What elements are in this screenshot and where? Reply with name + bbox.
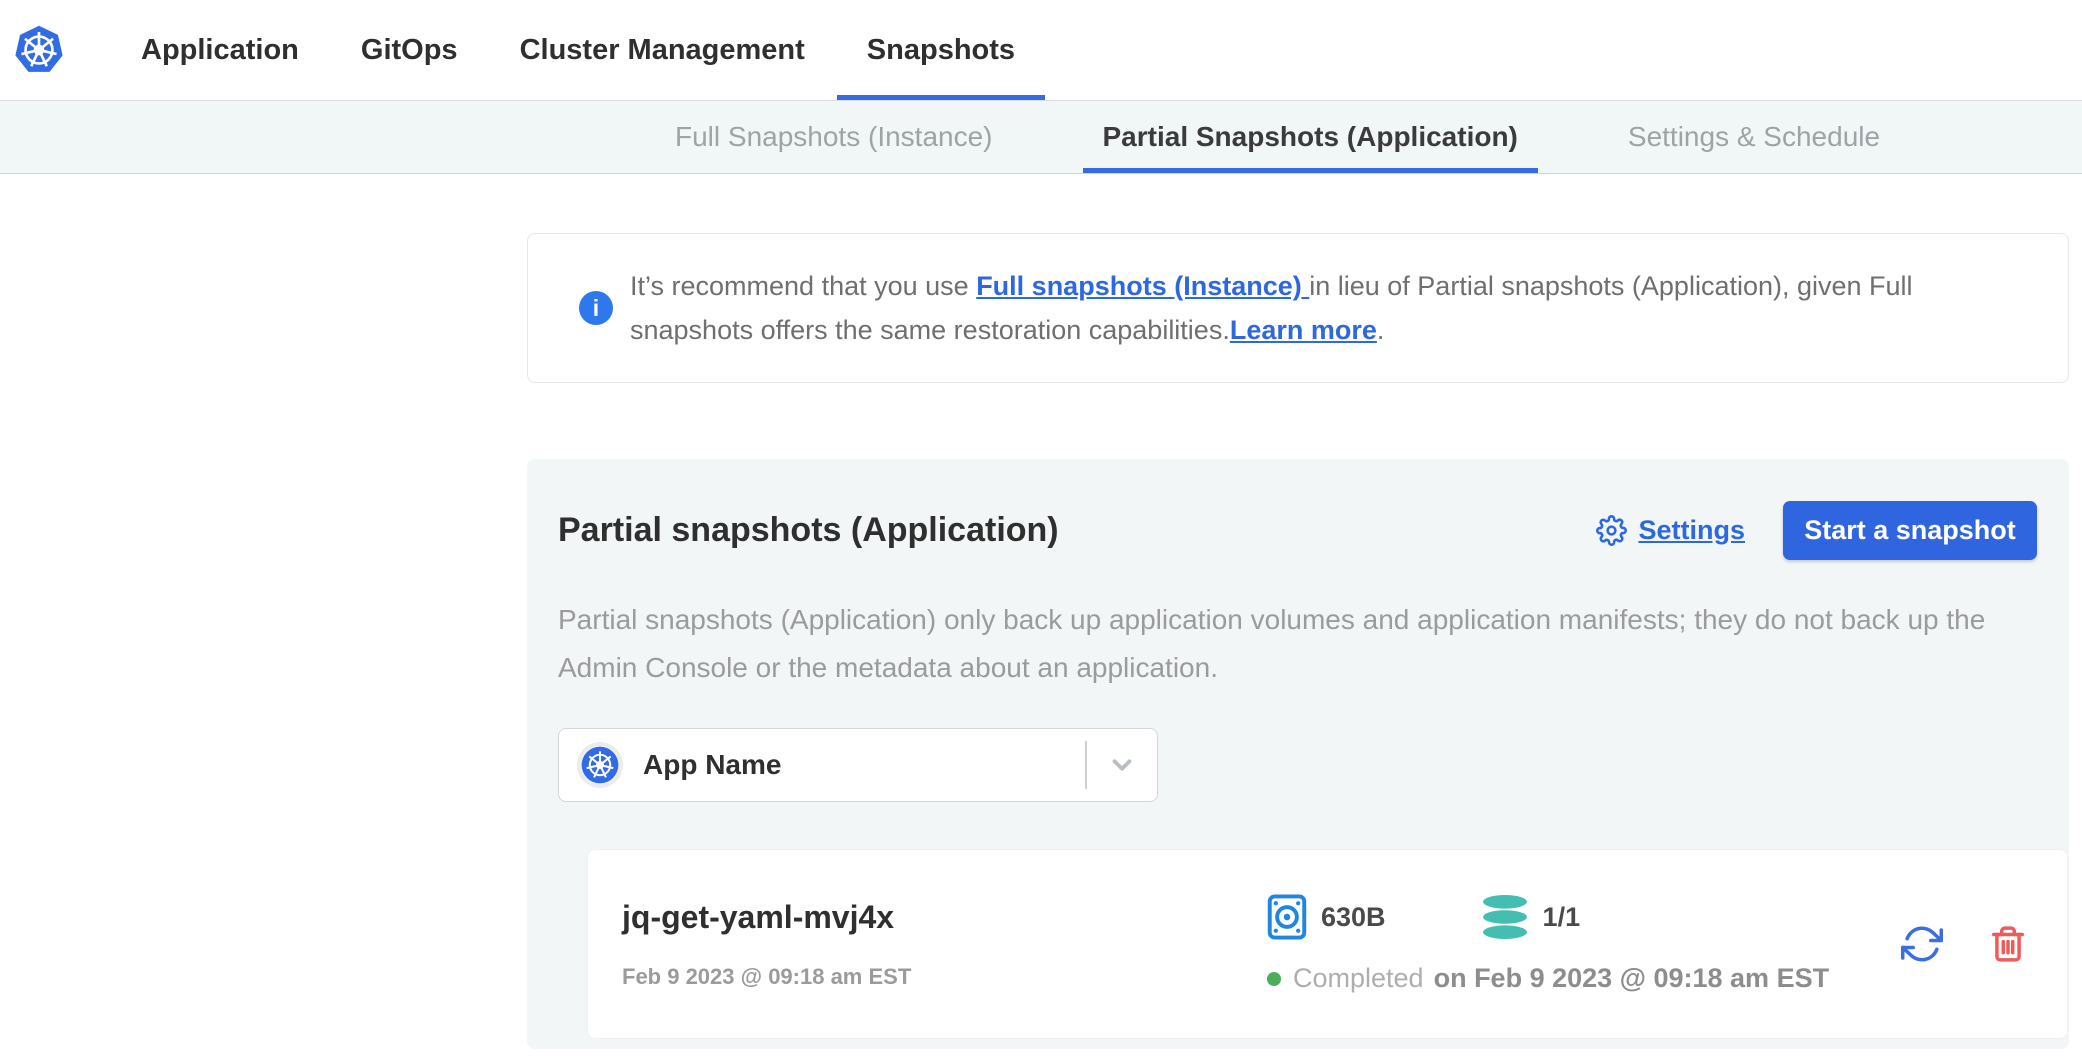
banner-text-part1: It’s recommend that you use (630, 271, 976, 301)
nav-items: Application GitOps Cluster Management Sn… (110, 0, 1046, 100)
app-name-select[interactable]: App Name (558, 728, 1158, 802)
gear-icon (1596, 515, 1627, 546)
volume-stat: 1/1 (1481, 895, 1581, 939)
tab-full-snapshots-instance[interactable]: Full Snapshots (Instance) (655, 101, 1013, 173)
full-snapshots-link[interactable]: Full snapshots (Instance) (976, 271, 1309, 301)
partial-snapshots-panel: Partial snapshots (Application) Settings… (527, 459, 2069, 1049)
snapshot-created-date: Feb 9 2023 @ 09:18 am EST (622, 964, 1267, 990)
nav-item-snapshots[interactable]: Snapshots (837, 0, 1045, 100)
panel-header-actions: Settings Start a snapshot (1596, 501, 2037, 560)
restore-icon (1901, 923, 1943, 965)
snapshot-size: 630B (1321, 902, 1386, 933)
snapshots-tab-bar: Full Snapshots (Instance) Partial Snapsh… (0, 100, 2082, 174)
disk-icon (1267, 894, 1307, 940)
snapshot-row: jq-get-yaml-mvj4x Feb 9 2023 @ 09:18 am … (587, 849, 2068, 1039)
info-icon: i (579, 291, 613, 325)
learn-more-link[interactable]: Learn more (1230, 315, 1377, 345)
banner-text-part3: . (1377, 315, 1385, 345)
start-snapshot-button[interactable]: Start a snapshot (1783, 501, 2037, 560)
snapshot-actions (1901, 923, 2027, 965)
top-nav: Application GitOps Cluster Management Sn… (0, 0, 2082, 100)
trash-icon (1989, 925, 2027, 963)
snapshot-size-volumes-row: 630B 1/1 (1267, 894, 1829, 940)
app-select-value: App Name (643, 749, 781, 781)
info-banner: i It’s recommend that you use Full snaps… (527, 233, 2069, 383)
restore-snapshot-button[interactable] (1901, 923, 1943, 965)
panel-header: Partial snapshots (Application) Settings… (558, 501, 2037, 560)
app-kubernetes-icon (581, 746, 619, 784)
delete-snapshot-button[interactable] (1989, 925, 2027, 963)
nav-item-application[interactable]: Application (111, 0, 329, 100)
chevron-down-icon[interactable] (1087, 750, 1157, 780)
snapshot-status-detail: on Feb 9 2023 @ 09:18 am EST (1434, 963, 1830, 994)
status-dot-icon (1267, 972, 1281, 986)
snapshot-status-row: Completed on Feb 9 2023 @ 09:18 am EST (1267, 963, 1829, 994)
snapshot-status: Completed (1293, 963, 1424, 994)
banner-text: It’s recommend that you use Full snapsho… (630, 264, 2028, 352)
snapshot-main-info: jq-get-yaml-mvj4x Feb 9 2023 @ 09:18 am … (622, 899, 1267, 990)
tab-settings-schedule[interactable]: Settings & Schedule (1608, 101, 1900, 173)
kubernetes-logo-icon (14, 24, 64, 76)
snapshot-stats: 630B 1/1 Completed on Feb 9 2023 @ 09:18… (1267, 894, 1829, 994)
snapshot-volumes: 1/1 (1543, 902, 1581, 933)
panel-title: Partial snapshots (Application) (558, 511, 1059, 550)
settings-link[interactable]: Settings (1596, 515, 1745, 546)
tab-partial-snapshots-application[interactable]: Partial Snapshots (Application) (1083, 101, 1538, 173)
settings-link-label: Settings (1638, 515, 1745, 546)
panel-description: Partial snapshots (Application) only bac… (558, 596, 2028, 692)
snapshot-name: jq-get-yaml-mvj4x (622, 899, 1267, 936)
volumes-database-icon (1481, 895, 1529, 939)
nav-item-gitops[interactable]: GitOps (331, 0, 488, 100)
nav-item-cluster-management[interactable]: Cluster Management (490, 0, 835, 100)
